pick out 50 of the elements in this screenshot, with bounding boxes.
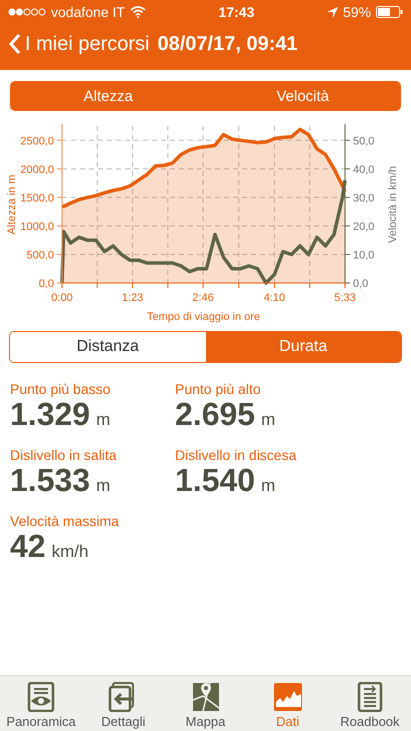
- battery-icon: [376, 6, 403, 18]
- stat-label: Dislivello in salita: [10, 447, 118, 463]
- battery-percent: 59%: [342, 4, 371, 20]
- location-arrow-icon: [326, 6, 338, 18]
- stat-value: 2.695 m: [175, 397, 276, 434]
- back-chevron-icon: [8, 33, 21, 55]
- eye-document-icon: [26, 682, 56, 712]
- axis-tick-label: 10,0: [353, 249, 374, 262]
- tab-bar-item[interactable]: Dati: [246, 676, 329, 731]
- axis-tick-label: 50,0: [353, 135, 374, 148]
- axis-tick-label: 20,0: [353, 220, 374, 233]
- axis-tick-label: 1:23: [122, 292, 144, 304]
- tab-bar-item[interactable]: Mappa: [164, 676, 247, 731]
- carrier-name: vodafone IT: [51, 4, 125, 20]
- axis-tick-label: 5:33: [334, 292, 356, 304]
- segment-tab[interactable]: Durata: [206, 332, 401, 362]
- axis-tick-label: 1500,0: [20, 192, 54, 204]
- stat-label: Velocità massima: [10, 513, 120, 529]
- axis-title: Altezza in m: [6, 174, 18, 234]
- axis-tick-label: 4:10: [264, 292, 286, 304]
- stat-value: 1.533 m: [10, 463, 112, 500]
- map-pin-icon: [190, 682, 220, 712]
- axis-tick-label: 0,0: [38, 278, 54, 290]
- stat-label: Punto più basso: [10, 381, 112, 397]
- tab-bar-item[interactable]: Dettagli: [82, 676, 164, 731]
- axis-tick-label: 40,0: [353, 164, 374, 176]
- axis-tick-label: 500,0: [26, 249, 54, 262]
- stat-value: 1.540 m: [175, 463, 276, 500]
- screen-title: 08/07/17, 09:41: [157, 32, 298, 56]
- stat-label: Dislivello in discesa: [175, 447, 298, 463]
- tab-bar-item[interactable]: Panoramica: [0, 676, 82, 731]
- signal-icon: [8, 8, 46, 16]
- axis-tick-label: 2000,0: [20, 164, 54, 176]
- axis-tick-label: 0,0: [353, 278, 368, 290]
- stat-value: 1.329 m: [10, 397, 112, 434]
- series-toggle[interactable]: Altezza: [11, 82, 206, 110]
- axis-tick-label: 30,0: [353, 192, 374, 204]
- stat-value: 42 km/h: [10, 529, 90, 566]
- clock-time: 17:43: [218, 4, 254, 20]
- axis-title: Tempo di viaggio in ore: [146, 311, 260, 323]
- chart-icon: [272, 682, 303, 712]
- axis-title: Velocità in km/h: [387, 166, 399, 244]
- axis-tick-label: 0:00: [51, 292, 73, 304]
- axis-tick-label: 2500,0: [20, 135, 54, 148]
- wifi-icon: [130, 6, 146, 18]
- axis-tick-label: 1000,0: [20, 220, 54, 233]
- series-toggle[interactable]: Velocità: [206, 82, 400, 110]
- stat-label: Punto più alto: [175, 381, 262, 397]
- tab-bar-item[interactable]: Roadbook: [328, 676, 411, 731]
- axis-tick-label: 2:46: [192, 292, 214, 304]
